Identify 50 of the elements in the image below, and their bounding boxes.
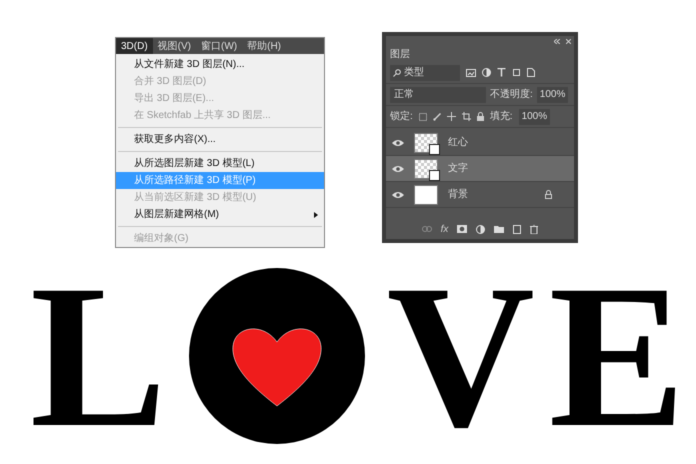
image-filter-icon[interactable] [466, 68, 476, 76]
close-icon[interactable] [566, 38, 571, 44]
layer-name: 文字 [448, 162, 469, 176]
smart-object-filter-icon[interactable] [527, 68, 535, 77]
move-icon[interactable] [446, 112, 456, 121]
adjustment-filter-icon[interactable] [482, 68, 491, 77]
menu-item[interactable]: 从图层新建网格(M) [116, 206, 324, 223]
menu-item[interactable]: 从文件新建 3D 图层(N)... [116, 56, 324, 73]
filter-dropdown[interactable]: 类型 [390, 64, 460, 80]
layer-thumbnail [414, 184, 438, 204]
layer-row[interactable]: 背景 [386, 182, 574, 208]
type-filter-icon[interactable] [497, 68, 506, 77]
fill-label: 填充: [490, 110, 513, 124]
layer-row[interactable]: 文字 [386, 156, 574, 182]
trash-icon[interactable] [530, 224, 538, 234]
brush-icon[interactable] [432, 112, 441, 120]
eye-icon[interactable] [392, 164, 404, 172]
lock-label: 锁定: [390, 110, 413, 124]
menu-item[interactable]: 获取更多内容(X)... [116, 131, 324, 148]
opacity-label: 不透明度: [490, 88, 533, 102]
layer-name: 红心 [448, 136, 469, 150]
lock-pixels-icon[interactable] [418, 112, 427, 120]
letter-artwork: E [548, 254, 686, 458]
blend-mode-dropdown[interactable]: 正常 [390, 86, 486, 102]
folder-icon[interactable] [494, 225, 504, 233]
eye-icon[interactable] [392, 138, 404, 146]
menu-bar-item[interactable]: 帮助(H) [242, 38, 286, 54]
vector-mask-icon [429, 144, 440, 154]
fill-field[interactable]: 100% [518, 108, 550, 124]
opacity-field[interactable]: 100% [536, 86, 568, 102]
letter-artwork: V [386, 254, 535, 458]
crop-icon[interactable] [462, 112, 471, 121]
eye-icon[interactable] [392, 190, 404, 198]
fx-button[interactable]: fx [440, 222, 448, 236]
search-icon [393, 68, 401, 76]
menu-bar-item[interactable]: 视图(V) [152, 38, 196, 54]
menu-item[interactable]: 从所选图层新建 3D 模型(L) [116, 155, 324, 172]
panel-tab[interactable]: 图层 [390, 46, 410, 62]
letter-artwork: L [30, 254, 167, 458]
layer-name: 背景 [448, 188, 469, 202]
adjustment-layer-icon[interactable] [476, 224, 486, 234]
vector-mask-icon [429, 170, 440, 180]
mask-icon[interactable] [457, 225, 468, 233]
submenu-arrow-icon [314, 212, 318, 218]
menu-bar-item[interactable]: 3D(D) [116, 38, 153, 54]
shape-filter-icon[interactable] [512, 68, 521, 77]
new-layer-icon[interactable] [513, 224, 522, 234]
menu-bar-item[interactable]: 窗口(W) [196, 38, 242, 54]
collapse-icon[interactable] [554, 38, 560, 44]
lock-icon[interactable] [476, 112, 484, 121]
